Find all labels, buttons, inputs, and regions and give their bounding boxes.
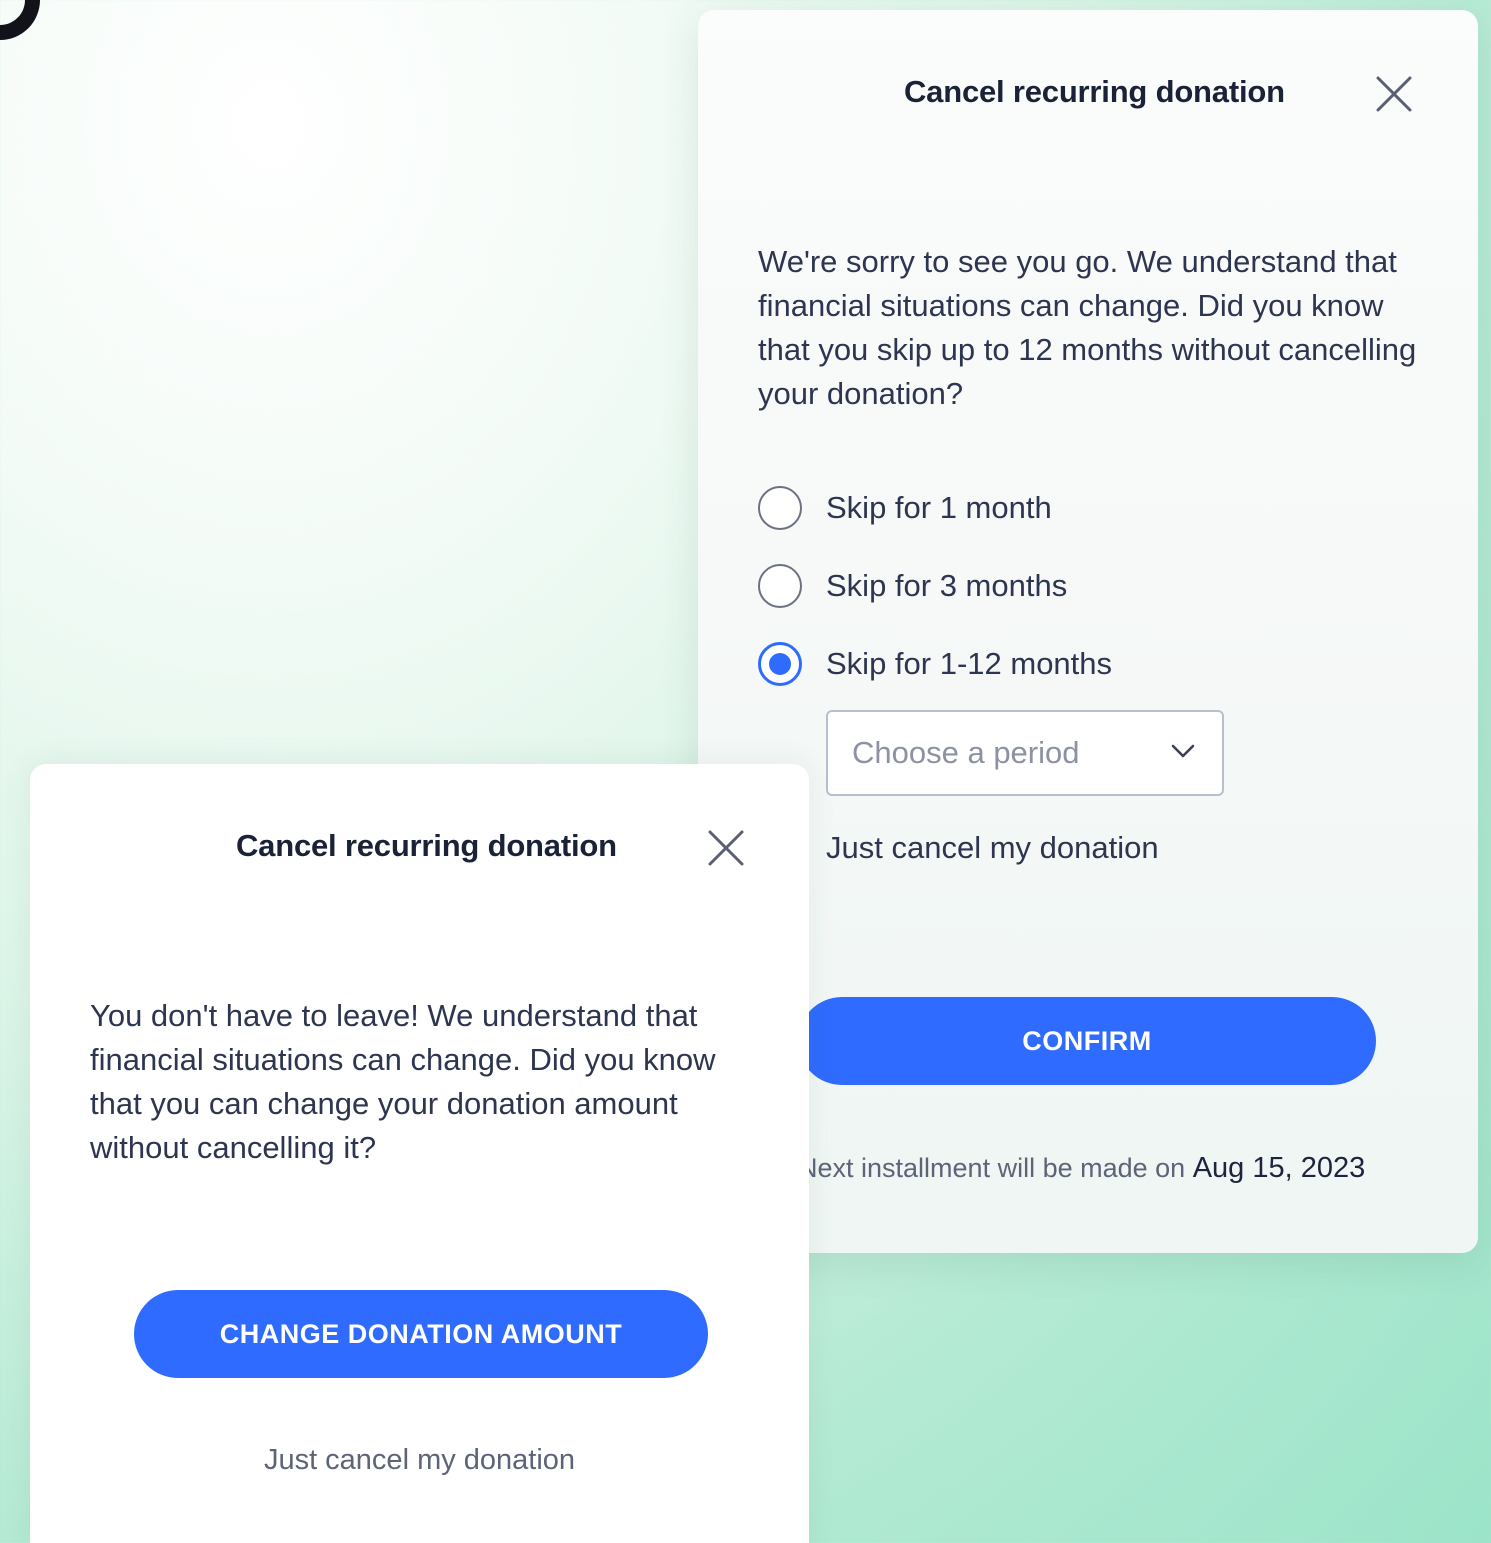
modal-message: You don't have to leave! We understand t… bbox=[90, 998, 716, 1165]
modal-message: We're sorry to see you go. We understand… bbox=[758, 244, 1417, 411]
radio-label: Skip for 3 months bbox=[826, 568, 1068, 603]
radio-button[interactable] bbox=[758, 564, 802, 608]
installment-date: Aug 15, 2023 bbox=[1192, 1152, 1366, 1184]
just-cancel-link[interactable]: Just cancel my donation bbox=[30, 1444, 809, 1477]
modal-title: Cancel recurring donation bbox=[904, 74, 1285, 109]
close-button[interactable] bbox=[706, 828, 746, 868]
radio-button[interactable] bbox=[758, 486, 802, 530]
radio-label: Skip for 1 month bbox=[826, 490, 1052, 525]
select-placeholder: Choose a period bbox=[852, 735, 1080, 770]
radio-button-selected[interactable] bbox=[758, 642, 802, 686]
close-icon bbox=[708, 830, 744, 866]
change-donation-amount-button[interactable]: CHANGE DONATION AMOUNT bbox=[134, 1290, 708, 1378]
modal-title: Cancel recurring donation bbox=[236, 828, 617, 863]
corner-logo-fragment bbox=[0, 0, 40, 40]
close-button[interactable] bbox=[1374, 74, 1414, 114]
just-cancel-link[interactable]: Just cancel my donation bbox=[826, 830, 1159, 866]
radio-label: Skip for 1-12 months bbox=[826, 646, 1113, 681]
close-icon bbox=[1376, 76, 1412, 112]
chevron-down-icon bbox=[1171, 744, 1195, 758]
radio-option-skip-3-months[interactable]: Skip for 3 months bbox=[758, 564, 1067, 608]
installment-prefix: Next installment will be made on bbox=[798, 1153, 1186, 1183]
period-select[interactable]: Choose a period bbox=[826, 710, 1224, 796]
radio-option-skip-1-12-months[interactable]: Skip for 1-12 months bbox=[758, 642, 1112, 686]
next-installment-note: Next installment will be made on Aug 15,… bbox=[798, 1152, 1365, 1185]
skip-donation-modal: Cancel recurring donation We're sorry to… bbox=[698, 10, 1478, 1253]
change-amount-modal: Cancel recurring donation You don't have… bbox=[30, 764, 809, 1543]
radio-option-skip-1-month[interactable]: Skip for 1 month bbox=[758, 486, 1052, 530]
confirm-button[interactable]: CONFIRM bbox=[798, 997, 1376, 1085]
